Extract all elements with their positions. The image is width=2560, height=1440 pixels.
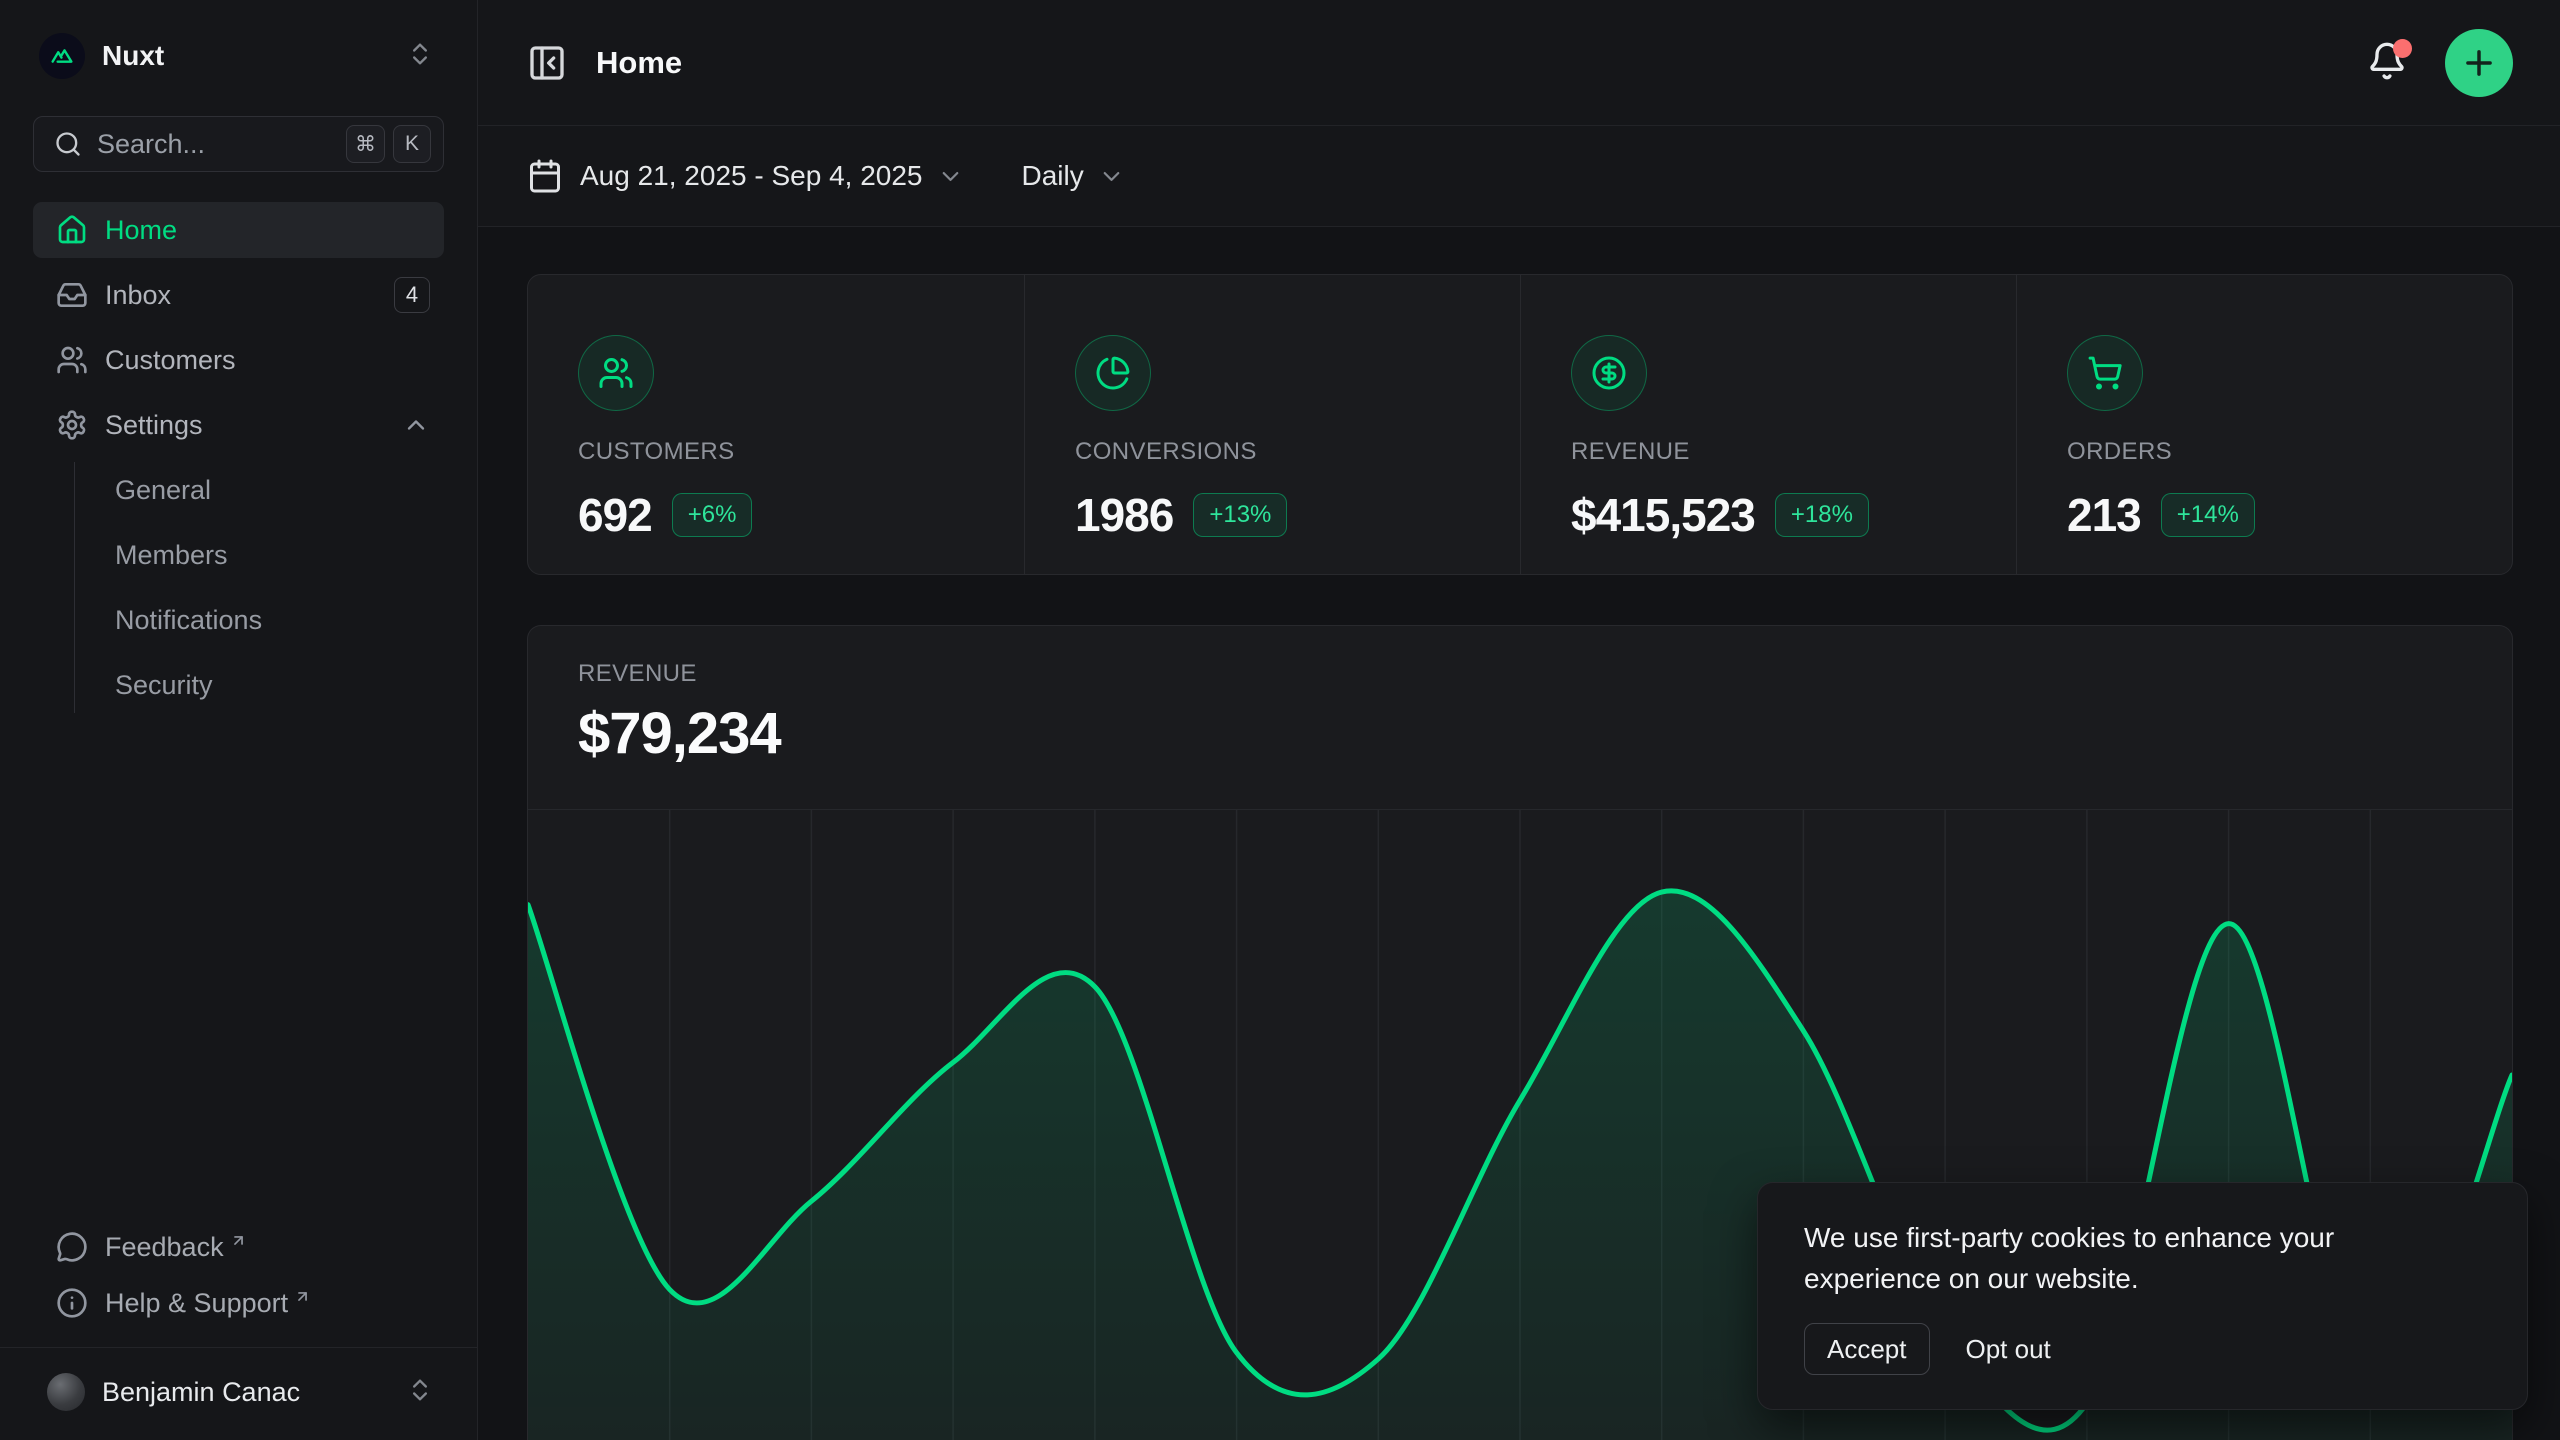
search-shortcut: ⌘ K [346, 125, 431, 163]
cookie-accept-button[interactable]: Accept [1804, 1323, 1930, 1375]
stat-label: CONVERSIONS [1075, 438, 1490, 466]
filters-toolbar: Aug 21, 2025 - Sep 4, 2025 Daily [478, 126, 2560, 227]
sidebar-item-label: Home [105, 215, 177, 246]
workspace-name: Nuxt [102, 40, 164, 72]
inbox-icon [56, 279, 88, 311]
stat-label: REVENUE [1571, 438, 1986, 466]
inbox-count-badge: 4 [394, 277, 430, 313]
period-select[interactable]: Daily [1022, 160, 1125, 192]
arrow-up-right-icon [230, 1232, 247, 1249]
stat-revenue: REVENUE $415,523 +18% [1520, 275, 2016, 574]
user-name: Benjamin Canac [102, 1377, 300, 1408]
sidebar-item-general[interactable]: General [105, 462, 444, 518]
home-icon [56, 214, 88, 246]
settings-subnav: General Members Notifications Security [74, 462, 444, 713]
message-circle-icon [56, 1231, 88, 1263]
search-input[interactable]: Search... ⌘ K [33, 116, 444, 172]
chevrons-up-down-icon [406, 1376, 434, 1409]
users-icon [56, 344, 88, 376]
stat-delta-badge: +14% [2161, 493, 2255, 537]
sidebar-item-home[interactable]: Home [33, 202, 444, 258]
sidebar-collapse-button[interactable] [527, 41, 571, 85]
shopping-cart-icon [2067, 335, 2143, 411]
sidebar-divider [0, 1347, 477, 1348]
stat-value: 692 [578, 488, 652, 542]
avatar [47, 1373, 85, 1411]
help-support-label: Help & Support [105, 1288, 288, 1319]
chevrons-up-down-icon [406, 40, 434, 73]
stat-value: 213 [2067, 488, 2141, 542]
sidebar-item-label: Inbox [105, 280, 171, 311]
sidebar-item-label: Customers [105, 345, 236, 376]
kbd-k: K [393, 125, 431, 163]
sidebar-item-notifications[interactable]: Notifications [105, 592, 444, 648]
notification-dot [2393, 39, 2412, 58]
pie-chart-icon [1075, 335, 1151, 411]
dollar-circle-icon [1571, 335, 1647, 411]
sidebar-item-security[interactable]: Security [105, 657, 444, 713]
sidebar-nav: Home Inbox 4 Customers Settings General [33, 202, 444, 713]
revenue-chart-total: $79,234 [578, 700, 2462, 767]
stat-delta-badge: +13% [1193, 493, 1287, 537]
date-range-picker[interactable]: Aug 21, 2025 - Sep 4, 2025 [527, 158, 964, 194]
header-actions [2363, 29, 2513, 97]
info-icon [56, 1287, 88, 1319]
stat-conversions: CONVERSIONS 1986 +13% [1024, 275, 1520, 574]
sidebar-item-members[interactable]: Members [105, 527, 444, 583]
calendar-icon [527, 158, 563, 194]
notifications-button[interactable] [2363, 39, 2411, 87]
feedback-label: Feedback [105, 1232, 224, 1263]
chevron-down-icon [1098, 163, 1125, 190]
stat-orders: ORDERS 213 +14% [2016, 275, 2512, 574]
help-support-link[interactable]: Help & Support [33, 1275, 444, 1331]
cookie-message: We use first-party cookies to enhance yo… [1804, 1217, 2424, 1299]
workspace-switcher[interactable]: Nuxt [33, 24, 444, 88]
sidebar-spacer [33, 713, 444, 1219]
arrow-up-right-icon [294, 1288, 311, 1305]
period-value: Daily [1022, 160, 1084, 192]
nuxt-logo-icon [39, 33, 85, 79]
cookie-optout-button[interactable]: Opt out [1966, 1334, 2051, 1365]
cookie-banner: We use first-party cookies to enhance yo… [1757, 1182, 2528, 1410]
page-header: Home [478, 0, 2560, 126]
search-placeholder: Search... [97, 129, 205, 160]
page-title: Home [596, 45, 682, 81]
gear-icon [56, 409, 88, 441]
panel-left-close-icon [527, 43, 567, 83]
sidebar-item-label: Settings [105, 410, 203, 441]
sidebar-item-inbox[interactable]: Inbox 4 [33, 267, 444, 323]
chevron-down-icon [937, 163, 964, 190]
stat-label: CUSTOMERS [578, 438, 994, 466]
chevron-up-icon [402, 411, 430, 439]
main-area: Home Aug 21, 2025 - Sep 4, 2025 Daily [478, 0, 2560, 1440]
revenue-chart-label: REVENUE [578, 660, 2462, 688]
users-icon [578, 335, 654, 411]
search-icon [54, 130, 82, 158]
sidebar: Nuxt Search... ⌘ K Home Inbox 4 [0, 0, 478, 1440]
stat-value: $415,523 [1571, 488, 1755, 542]
kbd-cmd: ⌘ [346, 125, 385, 163]
dashboard-app: Nuxt Search... ⌘ K Home Inbox 4 [0, 0, 2560, 1440]
date-range-value: Aug 21, 2025 - Sep 4, 2025 [580, 160, 923, 192]
feedback-link[interactable]: Feedback [33, 1219, 444, 1275]
stat-delta-badge: +6% [672, 493, 753, 537]
sidebar-item-customers[interactable]: Customers [33, 332, 444, 388]
plus-icon [2460, 44, 2498, 82]
sidebar-item-settings[interactable]: Settings [33, 397, 444, 453]
stat-customers: CUSTOMERS 692 +6% [528, 275, 1024, 574]
add-button[interactable] [2445, 29, 2513, 97]
user-menu[interactable]: Benjamin Canac [33, 1360, 444, 1424]
stat-delta-badge: +18% [1775, 493, 1869, 537]
stat-value: 1986 [1075, 488, 1173, 542]
stats-row: CUSTOMERS 692 +6% CONVERSIONS 1986 +13% [527, 274, 2513, 575]
stat-label: ORDERS [2067, 438, 2482, 466]
